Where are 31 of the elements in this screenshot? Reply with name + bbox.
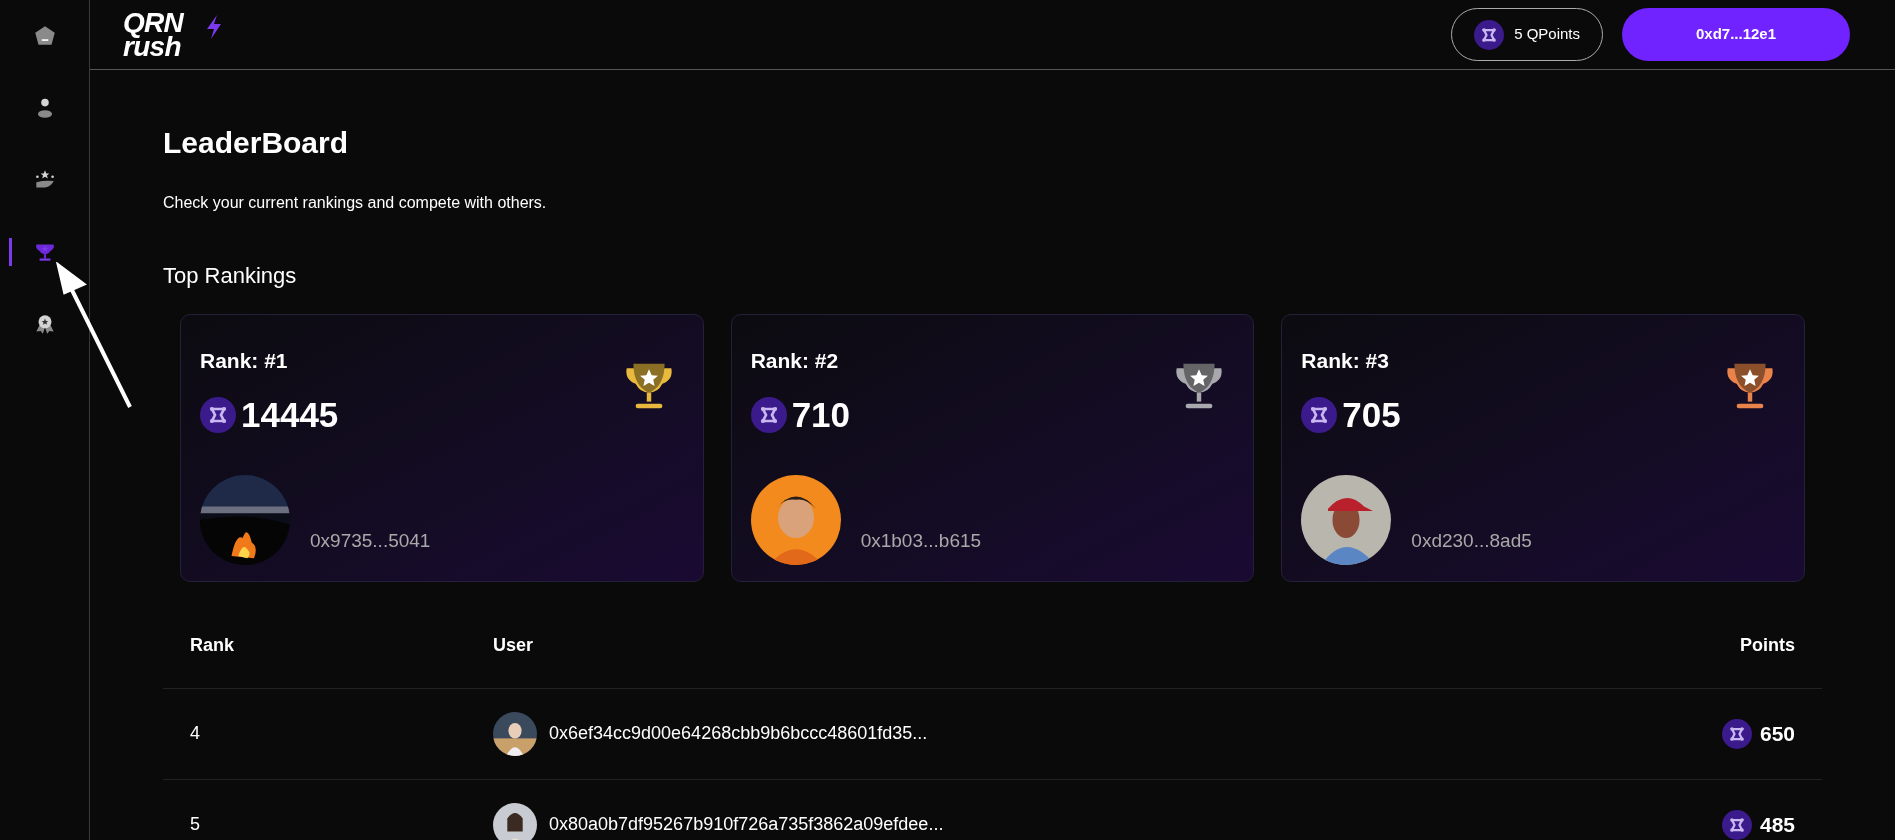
rank-cell: 5	[190, 814, 200, 834]
wallet-address: 0x9735...5041	[310, 528, 431, 553]
token-icon	[1474, 19, 1505, 50]
lightning-icon	[205, 14, 223, 39]
points-value: 705	[1342, 393, 1401, 436]
token-icon	[1301, 396, 1338, 433]
points-cell-text: 485	[1759, 811, 1795, 838]
page-title: LeaderBoard	[163, 125, 350, 161]
points-value: 14445	[241, 393, 339, 436]
token-icon	[750, 396, 787, 433]
points-value: 710	[791, 393, 851, 436]
token-icon	[1721, 718, 1752, 749]
wallet-button[interactable]: 0xd7...12e1	[1622, 8, 1850, 61]
points-label: 5 QPoints	[1514, 24, 1580, 45]
rank-cell: 4	[190, 723, 200, 743]
points-cell-text: 650	[1759, 720, 1795, 747]
token-icon	[200, 396, 236, 433]
user-address: 0x6ef34cc9d00e64268cbb9b6bccc48601fd35...	[549, 722, 928, 745]
rank-label: Rank: #2	[750, 348, 840, 374]
section-title: Top Rankings	[163, 262, 298, 290]
rank-label: Rank: #3	[1301, 348, 1390, 374]
column-header: Rank	[190, 635, 234, 656]
wallet-address: 0x1b03...b615	[860, 528, 982, 553]
wallet-address: 0xd230...8ad5	[1411, 528, 1532, 553]
user-address: 0x80a0b7df95267b910f726a735f3862a09efdee...	[549, 813, 944, 836]
column-header: User	[493, 635, 534, 656]
rank-label: Rank: #1	[200, 348, 289, 374]
page-subtitle: Check your current rankings and compete with others.	[163, 193, 548, 213]
token-icon	[1721, 809, 1752, 840]
column-header: Points	[1740, 635, 1795, 656]
logo[interactable]: QRN rush	[123, 8, 184, 61]
